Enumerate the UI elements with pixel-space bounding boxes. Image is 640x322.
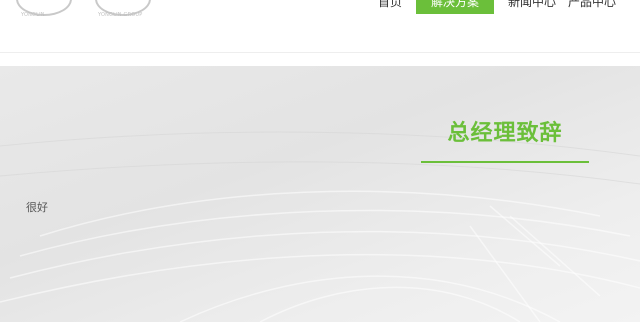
logo-caption-group: YONGLIN GROUP <box>98 12 143 18</box>
nav-solutions-label: 解决方案 <box>431 0 480 9</box>
nav-products[interactable]: 产品中心 <box>562 0 622 14</box>
title-underline <box>421 161 589 163</box>
page-title: 总经理致辞 <box>447 121 563 146</box>
nav-products-label: 产品中心 <box>568 0 617 9</box>
site-header: YONGLIN YONGLIN GROUP 首页 解决方案 新闻中心 产品中心 <box>0 0 640 53</box>
nav-news[interactable]: 新闻中心 <box>502 0 562 14</box>
hero-banner <box>0 66 640 322</box>
message-text: 很好 <box>26 201 48 214</box>
nav-home-label: 首页 <box>378 0 403 9</box>
nav-solutions[interactable]: 解决方案 <box>416 0 495 14</box>
nav-home[interactable]: 首页 <box>372 0 408 14</box>
hero-background-pattern <box>0 131 640 322</box>
logo-caption: YONGLIN <box>21 12 45 18</box>
nav-news-label: 新闻中心 <box>508 0 557 9</box>
main-nav: 首页 解决方案 新闻中心 产品中心 <box>372 0 622 14</box>
